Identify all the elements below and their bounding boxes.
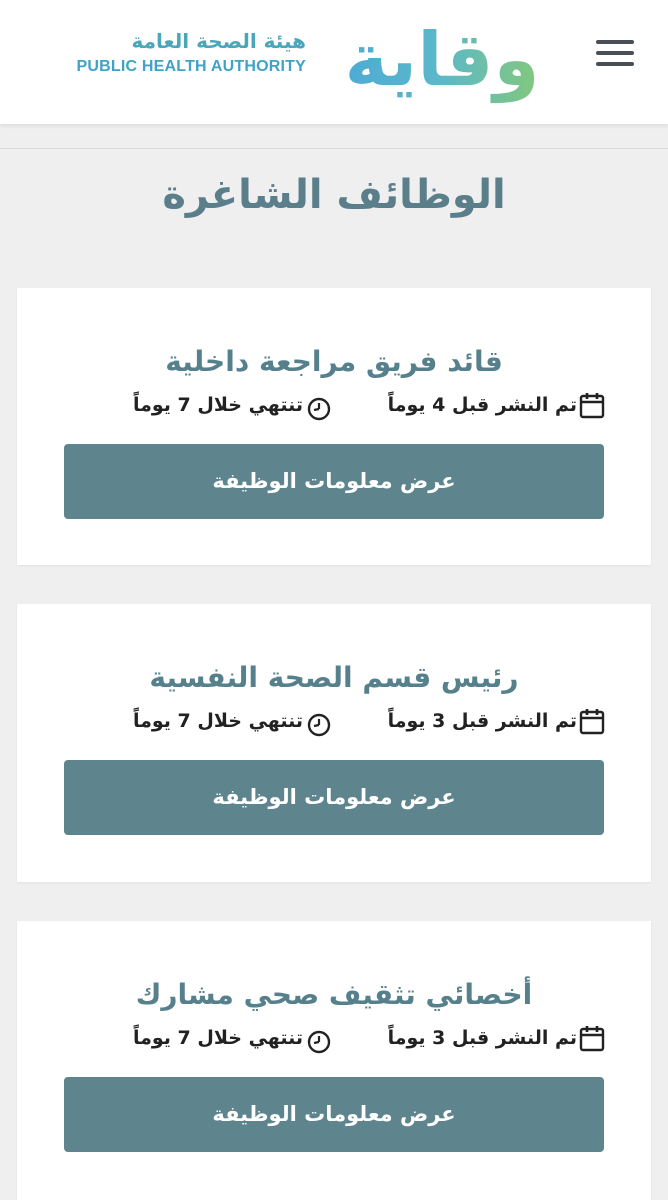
expires-label: تنتهي خلال 7 يوماً — [132, 710, 303, 732]
clock-icon — [307, 713, 331, 737]
posted-meta: تم النشر قبل 3 يوماً — [388, 706, 605, 736]
site-header: هيئة الصحة العامة PUBLIC HEALTH AUTHORIT… — [0, 0, 668, 124]
view-job-info-button[interactable]: عرض معلومات الوظيفة — [64, 1077, 604, 1152]
wiqaya-logo[interactable]: وقاية — [322, 10, 562, 110]
job-meta: تم النشر قبل 4 يوماً تنتهي خلال 7 يوماً — [17, 390, 651, 424]
job-meta: تم النشر قبل 3 يوماً تنتهي خلال 7 يوماً — [17, 1023, 651, 1057]
job-title: رئيس قسم الصحة النفسية — [149, 661, 519, 694]
expires-meta: تنتهي خلال 7 يوماً — [132, 390, 331, 421]
clock-icon — [307, 1030, 331, 1054]
job-card: رئيس قسم الصحة النفسية تم النشر قبل 3 يو… — [17, 604, 651, 882]
posted-label: تم النشر قبل 3 يوماً — [387, 710, 577, 732]
clock-icon — [307, 397, 331, 421]
job-title: قائد فريق مراجعة داخلية — [165, 345, 503, 378]
posted-meta: تم النشر قبل 4 يوماً — [388, 390, 605, 420]
calendar-icon — [579, 709, 605, 735]
posted-meta: تم النشر قبل 3 يوماً — [388, 1023, 605, 1053]
view-job-info-button[interactable]: عرض معلومات الوظيفة — [64, 760, 604, 835]
expires-meta: تنتهي خلال 7 يوماً — [132, 706, 331, 737]
job-card: قائد فريق مراجعة داخلية تم النشر قبل 4 ي… — [17, 288, 651, 565]
expires-label: تنتهي خلال 7 يوماً — [132, 1027, 303, 1049]
posted-label: تم النشر قبل 3 يوماً — [387, 1027, 577, 1049]
page-title: الوظائف الشاغرة — [162, 172, 506, 218]
logo-subtitle-english: PUBLIC HEALTH AUTHORITY — [76, 58, 306, 75]
job-title: أخصائي تثقيف صحي مشارك — [135, 978, 533, 1011]
view-job-info-button[interactable]: عرض معلومات الوظيفة — [64, 444, 604, 519]
expires-label: تنتهي خلال 7 يوماً — [132, 394, 303, 416]
logo-subtitle-arabic: هيئة الصحة العامة — [131, 29, 306, 53]
calendar-icon — [579, 393, 605, 419]
job-card: أخصائي تثقيف صحي مشارك تم النشر قبل 3 يو… — [17, 921, 651, 1200]
hamburger-menu-icon[interactable] — [596, 40, 636, 70]
job-meta: تم النشر قبل 3 يوماً تنتهي خلال 7 يوماً — [17, 706, 651, 740]
expires-meta: تنتهي خلال 7 يوماً — [132, 1023, 331, 1054]
calendar-icon — [579, 1026, 605, 1052]
posted-label: تم النشر قبل 4 يوماً — [387, 394, 577, 416]
